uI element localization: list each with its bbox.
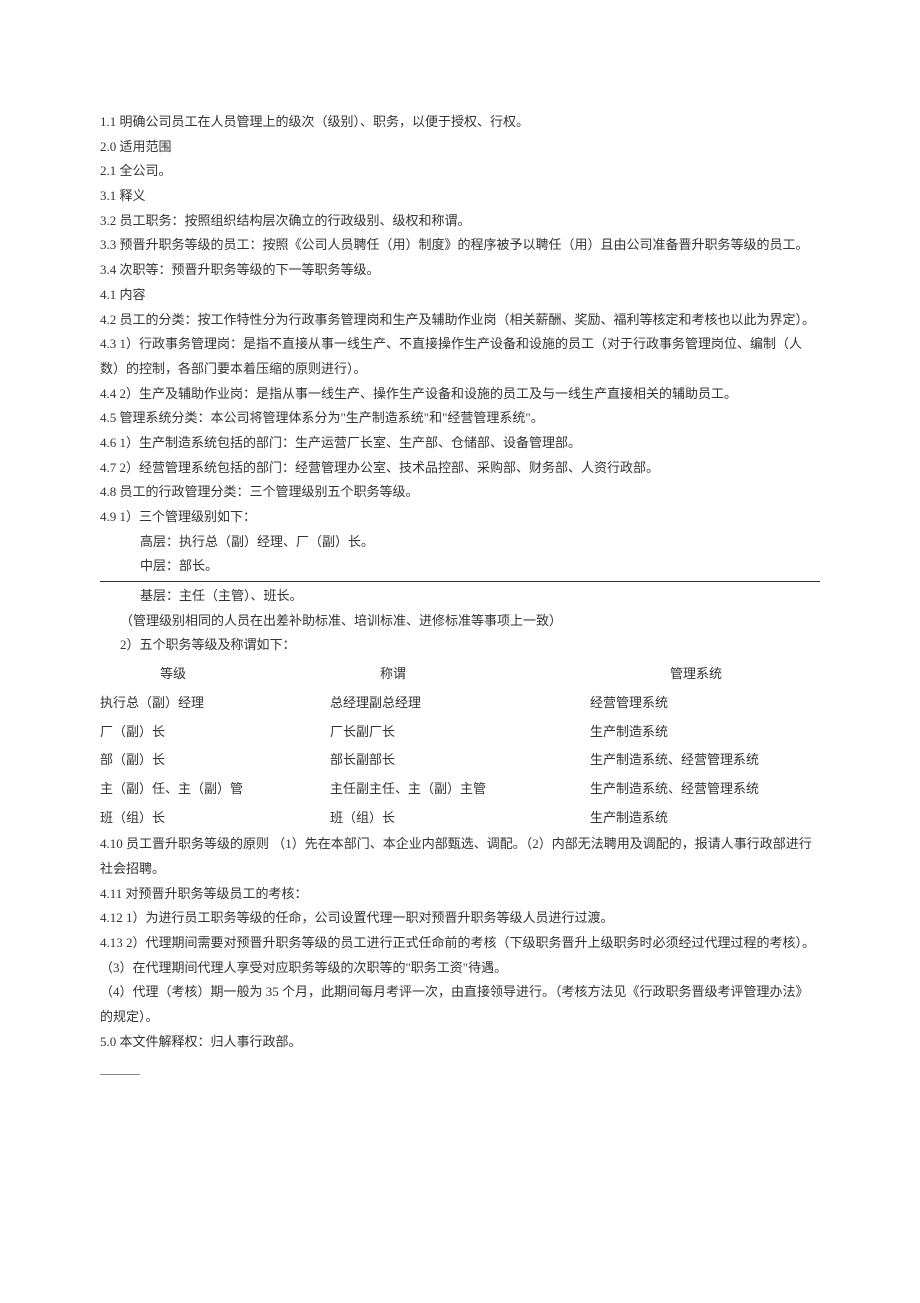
col-header-title: 称谓 bbox=[330, 660, 590, 689]
para-3-4: 3.4 次职等：预晋升职务等级的下一等职务等级。 bbox=[100, 258, 820, 283]
para-2-1: 2.1 全公司。 bbox=[100, 159, 820, 184]
table-row: 执行总（副）经理 总经理副总经理 经营管理系统 bbox=[100, 689, 820, 718]
table-header-row: 等级 称谓 管理系统 bbox=[100, 660, 820, 689]
cell-system: 生产制造系统 bbox=[590, 804, 820, 833]
para-4-3: 4.3 1）行政事务管理岗：是指不直接从事一线生产、不直接操作生产设备和设施的员… bbox=[100, 332, 820, 381]
cell-rank: 班（组）长 bbox=[100, 804, 330, 833]
para-4-10: 4.10 员工晋升职务等级的原则 （1）先在本部门、本企业内部甄选、调配。（2）… bbox=[100, 832, 820, 881]
cell-title: 厂长副厂长 bbox=[330, 718, 590, 747]
col-header-system: 管理系统 bbox=[590, 660, 820, 689]
para-5-0: 5.0 本文件解释权：归人事行政部。 bbox=[100, 1030, 820, 1055]
note-same-level: （管理级别相同的人员在出差补助标准、培训标准、进修标准等事项上一致） bbox=[100, 609, 820, 634]
level-mid: 中层：部长。 bbox=[100, 554, 820, 582]
level-high: 高层：执行总（副）经理、厂（副）长。 bbox=[100, 530, 820, 555]
cell-title: 主任副主任、主（副）主管 bbox=[330, 775, 590, 804]
para-3-1: 3.1 释义 bbox=[100, 184, 820, 209]
cell-rank: 执行总（副）经理 bbox=[100, 689, 330, 718]
cell-title: 班（组）长 bbox=[330, 804, 590, 833]
cell-title: 总经理副总经理 bbox=[330, 689, 590, 718]
cell-system: 生产制造系统、经营管理系统 bbox=[590, 775, 820, 804]
para-4-2: 4.2 员工的分类：按工作特性分为行政事务管理岗和生产及辅助作业岗（相关薪酬、奖… bbox=[100, 308, 820, 333]
table-row: 班（组）长 班（组）长 生产制造系统 bbox=[100, 804, 820, 833]
table-row: 部（副）长 部长副部长 生产制造系统、经营管理系统 bbox=[100, 746, 820, 775]
para-4-13-3: （3）在代理期间代理人享受对应职务等级的次职等的"职务工资"待遇。 bbox=[100, 956, 820, 981]
table-row: 厂（副）长 厂长副厂长 生产制造系统 bbox=[100, 718, 820, 747]
para-4-7: 4.7 2）经营管理系统包括的部门：经营管理办公室、技术品控部、采购部、财务部、… bbox=[100, 456, 820, 481]
cell-rank: 厂（副）长 bbox=[100, 718, 330, 747]
para-4-13: 4.13 2）代理期间需要对预晋升职务等级的员工进行正式任命前的考核（下级职务晋… bbox=[100, 931, 820, 956]
para-3-2: 3.2 员工职务：按照组织结构层次确立的行政级别、级权和称谓。 bbox=[100, 209, 820, 234]
para-4-1: 4.1 内容 bbox=[100, 283, 820, 308]
para-2-0: 2.0 适用范围 bbox=[100, 135, 820, 160]
para-4-6: 4.6 1）生产制造系统包括的部门：生产运营厂长室、生产部、仓储部、设备管理部。 bbox=[100, 431, 820, 456]
document-page: 1.1 明确公司员工在人员管理上的级次（级别）、职务，以便于授权、行权。 2.0… bbox=[0, 0, 920, 1303]
para-4-13-4: （4）代理（考核）期一般为 35 个月，此期间每月考评一次，由直接领导进行。（考… bbox=[100, 980, 820, 1029]
para-4-11: 4.11 对预晋升职务等级员工的考核： bbox=[100, 882, 820, 907]
footer-divider bbox=[100, 1074, 140, 1075]
col-header-rank: 等级 bbox=[100, 660, 330, 689]
para-4-5: 4.5 管理系统分类：本公司将管理体系分为"生产制造系统"和"经营管理系统"。 bbox=[100, 406, 820, 431]
cell-system: 经营管理系统 bbox=[590, 689, 820, 718]
para-4-4: 4.4 2）生产及辅助作业岗：是指从事一线生产、操作生产设备和设施的员工及与一线… bbox=[100, 382, 820, 407]
cell-rank: 主（副）任、主（副）管 bbox=[100, 775, 330, 804]
cell-rank: 部（副）长 bbox=[100, 746, 330, 775]
cell-system: 生产制造系统 bbox=[590, 718, 820, 747]
para-1-1: 1.1 明确公司员工在人员管理上的级次（级别）、职务，以便于授权、行权。 bbox=[100, 110, 820, 135]
para-4-9: 4.9 1）三个管理级别如下： bbox=[100, 505, 820, 530]
cell-system: 生产制造系统、经营管理系统 bbox=[590, 746, 820, 775]
level-base: 基层：主任（主管）、班长。 bbox=[100, 584, 820, 609]
para-4-12: 4.12 1）为进行员工职务等级的任命，公司设置代理一职对预晋升职务等级人员进行… bbox=[100, 906, 820, 931]
para-4-8: 4.8 员工的行政管理分类：三个管理级别五个职务等级。 bbox=[100, 480, 820, 505]
rank-table: 等级 称谓 管理系统 执行总（副）经理 总经理副总经理 经营管理系统 厂（副）长… bbox=[100, 660, 820, 832]
para-3-3: 3.3 预晋升职务等级的员工：按照《公司人员聘任（用）制度》的程序被予以聘任（用… bbox=[100, 233, 820, 258]
cell-title: 部长副部长 bbox=[330, 746, 590, 775]
five-ranks-intro: 2）五个职务等级及称谓如下： bbox=[100, 633, 820, 658]
table-row: 主（副）任、主（副）管 主任副主任、主（副）主管 生产制造系统、经营管理系统 bbox=[100, 775, 820, 804]
